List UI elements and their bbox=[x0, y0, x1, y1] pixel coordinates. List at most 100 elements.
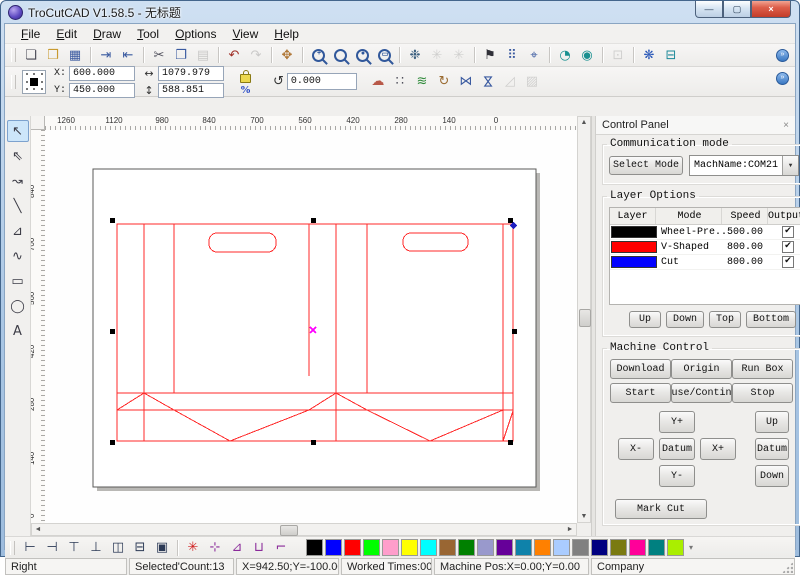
menu-draw[interactable]: Draw bbox=[85, 25, 129, 43]
horizontal-scroll-thumb[interactable] bbox=[280, 525, 298, 536]
palette-color-13[interactable] bbox=[534, 539, 551, 556]
vertical-scrollbar[interactable]: ▲ ▼ bbox=[577, 116, 591, 523]
scroll-up-arrow[interactable]: ▲ bbox=[578, 117, 590, 128]
layer-column-layer[interactable]: Layer bbox=[610, 208, 656, 224]
toolbar-overflow-button[interactable]: » bbox=[776, 72, 789, 85]
chevron-down-icon[interactable]: ▼ bbox=[782, 156, 798, 175]
select-mode-button[interactable]: Select Mode bbox=[609, 156, 683, 175]
export-icon[interactable]: ⇤ bbox=[118, 46, 138, 65]
align-top-icon[interactable]: ⊤ bbox=[64, 538, 84, 557]
menu-edit[interactable]: Edit bbox=[48, 25, 85, 43]
selection-handle[interactable] bbox=[508, 440, 513, 445]
cut-icon[interactable]: ✂ bbox=[149, 46, 169, 65]
center-horizontal-icon[interactable]: ◫ bbox=[108, 538, 128, 557]
menu-file[interactable]: File bbox=[13, 25, 48, 43]
height-input[interactable] bbox=[158, 83, 224, 98]
import-icon[interactable]: ⇥ bbox=[96, 46, 116, 65]
y-position-input[interactable] bbox=[69, 83, 135, 98]
align-left-icon[interactable]: ⊢ bbox=[20, 538, 40, 557]
toolbar-overflow-button[interactable]: » bbox=[776, 49, 789, 62]
palette-color-17[interactable] bbox=[610, 539, 627, 556]
preview-icon[interactable]: ◉ bbox=[577, 46, 597, 65]
selection-handle[interactable] bbox=[311, 440, 316, 445]
output-checkbox[interactable]: ✔ bbox=[782, 256, 794, 268]
menu-options[interactable]: Options bbox=[167, 25, 224, 43]
zoom-all-icon[interactable]: ● bbox=[352, 46, 372, 65]
palette-color-1[interactable] bbox=[306, 539, 323, 556]
group-icon[interactable]: ∷ bbox=[390, 72, 410, 91]
simulate-icon[interactable]: ◔ bbox=[555, 46, 575, 65]
palette-color-10[interactable] bbox=[477, 539, 494, 556]
rotate-object-icon[interactable]: ↻ bbox=[434, 72, 454, 91]
run-box-button[interactable]: Run Box bbox=[732, 359, 793, 379]
scroll-left-arrow[interactable]: ◄ bbox=[32, 524, 44, 535]
width-input[interactable] bbox=[158, 66, 224, 81]
anchor-selector[interactable] bbox=[22, 70, 46, 94]
pick-icon[interactable]: ⌖ bbox=[524, 46, 544, 65]
x-position-input[interactable] bbox=[69, 66, 135, 81]
display-icon[interactable]: ⊟ bbox=[661, 46, 681, 65]
node-edit-tool[interactable]: ⇖ bbox=[7, 145, 29, 167]
selection-handle[interactable] bbox=[110, 440, 115, 445]
curve-tool[interactable]: ∿ bbox=[7, 245, 29, 267]
copy-icon[interactable]: ❐ bbox=[171, 46, 191, 65]
maximize-button[interactable]: ▢ bbox=[723, 1, 751, 18]
palette-color-4[interactable] bbox=[363, 539, 380, 556]
selection-handle[interactable] bbox=[110, 218, 115, 223]
panel-close-icon[interactable]: × bbox=[783, 120, 789, 131]
z-up-button[interactable]: Up bbox=[755, 411, 789, 433]
palette-color-5[interactable] bbox=[382, 539, 399, 556]
x-minus-button[interactable]: X- bbox=[618, 438, 654, 460]
pan-icon[interactable]: ✥ bbox=[277, 46, 297, 65]
datum-button[interactable]: Datum bbox=[659, 438, 695, 460]
wheel-icon[interactable]: ❋ bbox=[639, 46, 659, 65]
layer-row-1[interactable]: Wheel-Pre...500.00✔ bbox=[610, 225, 800, 240]
zoom-page-icon[interactable]: ▭ bbox=[374, 46, 394, 65]
down-layer-button[interactable]: Down bbox=[666, 311, 704, 328]
palette-color-6[interactable] bbox=[401, 539, 418, 556]
selection-handle[interactable] bbox=[508, 218, 513, 223]
mark-cut-button[interactable]: Mark Cut bbox=[615, 499, 707, 519]
array-copy-icon[interactable]: ⠿ bbox=[502, 46, 522, 65]
top-layer-button[interactable]: Top bbox=[709, 311, 741, 328]
node-snap-icon[interactable]: ❉ bbox=[405, 46, 425, 65]
layer-table[interactable]: LayerModeSpeedOutput Wheel-Pre...500.00✔… bbox=[609, 207, 800, 305]
center-vertical-icon[interactable]: ⊟ bbox=[130, 538, 150, 557]
layer-row-2[interactable]: V-Shaped800.00✔ bbox=[610, 240, 800, 255]
layer-column-output[interactable]: Output bbox=[768, 208, 800, 224]
menu-help[interactable]: Help bbox=[266, 25, 307, 43]
palette-color-2[interactable] bbox=[325, 539, 342, 556]
y-plus-button[interactable]: Y+ bbox=[659, 411, 695, 433]
vertical-scroll-thumb[interactable] bbox=[579, 309, 591, 327]
output-checkbox[interactable]: ✔ bbox=[782, 241, 794, 253]
menu-view[interactable]: View bbox=[224, 25, 266, 43]
start-button[interactable]: Start bbox=[610, 383, 671, 403]
layer-column-speed[interactable]: Speed bbox=[722, 208, 768, 224]
rectangle-tool[interactable]: ▭ bbox=[7, 270, 29, 292]
palette-color-19[interactable] bbox=[648, 539, 665, 556]
output-checkbox[interactable]: ✔ bbox=[782, 226, 794, 238]
z-down-button[interactable]: Down bbox=[755, 465, 789, 487]
align-bottom-icon[interactable]: ⊥ bbox=[86, 538, 106, 557]
y-minus-button[interactable]: Y- bbox=[659, 465, 695, 487]
line-tool[interactable]: ╲ bbox=[7, 195, 29, 217]
download-button[interactable]: Download bbox=[610, 359, 671, 379]
text-tool[interactable]: A bbox=[7, 320, 29, 342]
rotate-angle-input[interactable] bbox=[287, 73, 357, 90]
center-page-icon[interactable]: ▣ bbox=[152, 538, 172, 557]
horizontal-scrollbar[interactable]: ◄ ► bbox=[31, 523, 577, 536]
mirror-vertical-icon[interactable]: ⋈ bbox=[478, 72, 498, 91]
x-plus-button[interactable]: X+ bbox=[700, 438, 736, 460]
freehand-select-tool[interactable]: ↝ bbox=[7, 170, 29, 192]
palette-color-7[interactable] bbox=[420, 539, 437, 556]
mark-point-icon[interactable]: ✳ bbox=[183, 538, 203, 557]
weld-icon[interactable]: ☁ bbox=[368, 72, 388, 91]
palette-color-16[interactable] bbox=[591, 539, 608, 556]
up-layer-button[interactable]: Up bbox=[629, 311, 661, 328]
save-icon[interactable]: ▦ bbox=[65, 46, 85, 65]
new-file-icon[interactable]: ❏ bbox=[21, 46, 41, 65]
minimize-button[interactable]: — bbox=[695, 1, 723, 18]
stop-button[interactable]: Stop bbox=[732, 383, 793, 403]
palette-color-15[interactable] bbox=[572, 539, 589, 556]
palette-color-3[interactable] bbox=[344, 539, 361, 556]
